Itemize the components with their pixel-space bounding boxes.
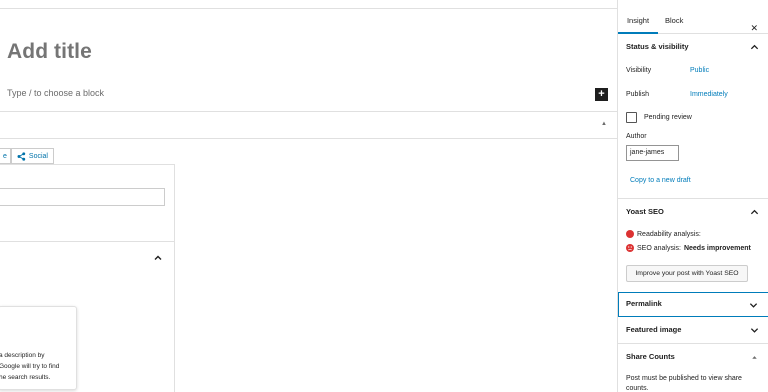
- meta-boxes-bar: ▲: [0, 111, 617, 139]
- pending-review-label: Pending review: [644, 114, 692, 121]
- yoast-metabox-tabs: e Social: [0, 148, 54, 164]
- readability-row: Readability analysis:: [626, 230, 701, 238]
- readability-label: Readability analysis:: [637, 230, 701, 238]
- tab-partial-label: e: [3, 152, 7, 160]
- panel-permalink-header[interactable]: Permalink: [618, 292, 768, 317]
- copy-to-draft-link[interactable]: Copy to a new draft: [630, 177, 691, 184]
- panel-title: Permalink: [626, 299, 662, 308]
- panel-yoast-seo-header[interactable]: Yoast SEO: [618, 199, 768, 225]
- editor-canvas: Add title Type / to choose a block + ▲ e…: [0, 0, 617, 392]
- share-counts-note: Post must be published to view share cou…: [626, 375, 742, 392]
- author-label: Author: [626, 133, 647, 140]
- chevron-up-icon: [750, 209, 759, 215]
- visibility-label: Visibility: [626, 67, 652, 74]
- panel-share-counts-header[interactable]: Share Counts: [618, 344, 768, 370]
- panel-status-visibility-header[interactable]: Status & visibility: [618, 34, 768, 60]
- sad-face-icon: [626, 244, 634, 252]
- tab-social[interactable]: Social: [10, 148, 54, 164]
- editor-top-divider: [0, 8, 617, 9]
- sidebar-tabs: Insight Block ✕: [618, 8, 768, 34]
- seo-analysis-value: Needs improvement: [683, 244, 751, 252]
- improve-post-button[interactable]: Improve your post with Yoast SEO: [626, 265, 748, 282]
- pending-review-checkbox[interactable]: [626, 112, 637, 123]
- tab-insight[interactable]: Insight: [618, 8, 658, 34]
- panel-title: Share Counts: [626, 352, 675, 361]
- panel-title: Featured image: [626, 325, 682, 334]
- settings-sidebar: Insight Block ✕ Status & visibility Visi…: [617, 0, 768, 392]
- snippet-line: a description by: [0, 352, 45, 359]
- chevron-down-icon: [750, 328, 759, 333]
- chevron-down-icon: [749, 303, 758, 308]
- publish-label: Publish: [626, 91, 649, 98]
- visibility-value-link[interactable]: Public: [690, 67, 709, 74]
- readability-status-icon: [626, 230, 634, 238]
- chevron-up-icon: [750, 44, 759, 50]
- chevron-up-icon[interactable]: [152, 251, 164, 263]
- add-block-button[interactable]: +: [595, 88, 608, 101]
- metabox-divider: [0, 241, 175, 242]
- tab-block[interactable]: Block: [665, 8, 683, 34]
- caret-up-icon: [752, 356, 757, 359]
- snippet-description: a description by Google will try to find…: [0, 350, 71, 383]
- seo-analysis-row: SEO analysis: Needs improvement: [626, 244, 751, 252]
- block-placeholder[interactable]: Type / to choose a block: [7, 88, 104, 98]
- visibility-row: Visibility Public: [626, 67, 709, 74]
- tab-partial[interactable]: e: [0, 148, 11, 164]
- snippet-line: he search results.: [0, 374, 51, 381]
- panel-title: Status & visibility: [626, 42, 689, 51]
- snippet-line: Google will try to find: [0, 363, 60, 370]
- publish-value-link[interactable]: Immediately: [690, 91, 728, 98]
- post-title-field[interactable]: Add title: [7, 40, 92, 64]
- publish-row: Publish Immediately: [626, 91, 728, 98]
- author-select[interactable]: jane-james: [626, 145, 679, 161]
- panel-featured-image-header[interactable]: Featured image: [618, 317, 768, 343]
- snippet-preview-card: a description by Google will try to find…: [0, 306, 77, 390]
- tab-social-label: Social: [28, 152, 48, 160]
- panel-title: Yoast SEO: [626, 207, 664, 216]
- meta-box-toggle-icon[interactable]: ▲: [601, 121, 607, 127]
- slug-input[interactable]: [0, 188, 165, 206]
- share-icon: [17, 151, 26, 161]
- seo-analysis-label: SEO analysis:: [637, 244, 681, 252]
